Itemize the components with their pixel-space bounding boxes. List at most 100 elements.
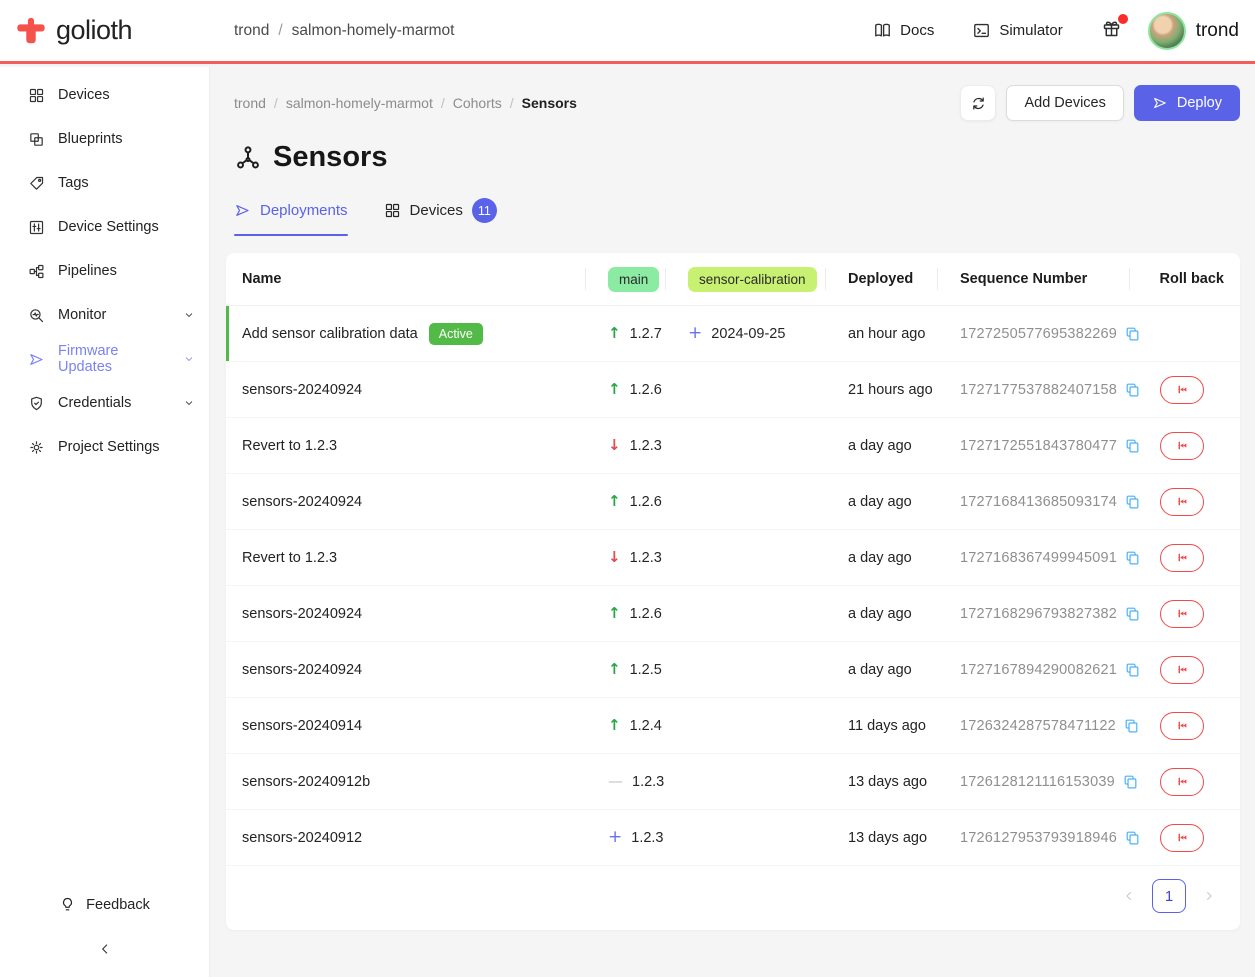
- sequence-number: 1726128121116153039: [960, 774, 1115, 790]
- sidebar-item-credentials[interactable]: Credentials: [0, 381, 209, 425]
- copy-icon[interactable]: [1124, 381, 1141, 398]
- rollback-button[interactable]: [1160, 712, 1204, 740]
- rollback-icon: [1175, 774, 1190, 789]
- copy-icon[interactable]: [1124, 605, 1141, 622]
- deployment-name[interactable]: Revert to 1.2.3: [242, 550, 337, 566]
- sequence-cell: 1727168413685093174: [948, 493, 1140, 510]
- rollback-icon: [1175, 662, 1190, 677]
- header-breadcrumb-project[interactable]: trond: [234, 22, 269, 40]
- copy-icon[interactable]: [1124, 325, 1141, 342]
- sidebar-item-blueprints[interactable]: Blueprints: [0, 117, 209, 161]
- rollback-button[interactable]: [1160, 656, 1204, 684]
- sidebar-item-pipelines[interactable]: Pipelines: [0, 249, 209, 293]
- sequence-cell: 1727172551843780477: [948, 437, 1140, 454]
- tab-devices[interactable]: Devices 11: [384, 198, 497, 236]
- rollback-button[interactable]: [1160, 768, 1204, 796]
- deployed-cell: a day ago: [836, 606, 948, 622]
- sidebar-item-device-settings[interactable]: Device Settings: [0, 205, 209, 249]
- rollback-button[interactable]: [1160, 824, 1204, 852]
- sidebar-item-label: Device Settings: [58, 219, 159, 235]
- table-row[interactable]: Revert to 1.2.3 ↓ 1.2.3 a day ago 172716…: [226, 530, 1240, 586]
- copy-icon[interactable]: [1124, 437, 1141, 454]
- deployed-cell: a day ago: [836, 550, 948, 566]
- deployment-name[interactable]: sensors-20240924: [242, 662, 362, 678]
- rollback-button[interactable]: [1160, 600, 1204, 628]
- deployment-name[interactable]: sensors-20240914: [242, 718, 362, 734]
- breadcrumb-separator: /: [441, 95, 445, 111]
- copy-icon[interactable]: [1123, 717, 1140, 734]
- table-row[interactable]: sensors-20240924 ↑ 1.2.5 a day ago 17271…: [226, 642, 1240, 698]
- refresh-icon: [970, 95, 987, 112]
- table-row[interactable]: sensors-20240924 ↑ 1.2.6 21 hours ago 17…: [226, 362, 1240, 418]
- deployment-name[interactable]: sensors-20240912b: [242, 774, 370, 790]
- table-row[interactable]: sensors-20240912b — 1.2.3 13 days ago 17…: [226, 754, 1240, 810]
- deployment-name[interactable]: Add sensor calibration data: [242, 326, 418, 342]
- copy-icon[interactable]: [1124, 829, 1141, 846]
- simulator-link[interactable]: Simulator: [972, 21, 1062, 40]
- rollback-icon: [1175, 550, 1190, 565]
- breadcrumb-project[interactable]: trond: [234, 95, 266, 111]
- sidebar-item-tags[interactable]: Tags: [0, 161, 209, 205]
- refresh-button[interactable]: [960, 85, 996, 121]
- page-title-row: Sensors: [234, 141, 1240, 174]
- deployment-name[interactable]: sensors-20240924: [242, 606, 362, 622]
- pagination-next-icon[interactable]: [1202, 889, 1216, 903]
- rollback-button[interactable]: [1160, 544, 1204, 572]
- feedback-button[interactable]: Feedback: [59, 896, 150, 913]
- deployed-cell: a day ago: [836, 662, 948, 678]
- avatar[interactable]: [1148, 12, 1186, 50]
- breadcrumb: trond / salmon-homely-marmot / Cohorts /…: [234, 95, 577, 111]
- copy-icon[interactable]: [1124, 493, 1141, 510]
- pagination-prev-icon[interactable]: [1122, 889, 1136, 903]
- copy-icon[interactable]: [1124, 549, 1141, 566]
- sidebar-item-project-settings[interactable]: Project Settings: [0, 425, 209, 469]
- rollback-button[interactable]: [1160, 488, 1204, 516]
- docs-link[interactable]: Docs: [873, 21, 934, 40]
- breadcrumb-cohort[interactable]: salmon-homely-marmot: [286, 95, 433, 111]
- sidebar-bottom: Feedback: [0, 896, 209, 977]
- table-row[interactable]: Add sensor calibration data Active ↑ 1.2…: [226, 306, 1240, 362]
- deployment-name[interactable]: Revert to 1.2.3: [242, 438, 337, 454]
- table-row[interactable]: sensors-20240914 ↑ 1.2.4 11 days ago 172…: [226, 698, 1240, 754]
- down-change-icon: ↓: [608, 550, 621, 565]
- pipelines-icon: [28, 263, 45, 280]
- table-row[interactable]: sensors-20240924 ↑ 1.2.6 a day ago 17271…: [226, 586, 1240, 642]
- main-content: trond / salmon-homely-marmot / Cohorts /…: [210, 67, 1255, 977]
- table-row[interactable]: Revert to 1.2.3 ↓ 1.2.3 a day ago 172717…: [226, 418, 1240, 474]
- page-actions: Add Devices Deploy: [960, 85, 1240, 121]
- copy-icon[interactable]: [1122, 773, 1139, 790]
- pagination-page-1[interactable]: 1: [1152, 879, 1186, 913]
- chevron-down-icon: [183, 353, 195, 365]
- rollback-button[interactable]: [1160, 376, 1204, 404]
- deployment-name[interactable]: sensors-20240924: [242, 494, 362, 510]
- chevron-down-icon: [183, 397, 195, 409]
- up-change-icon: ↑: [608, 606, 621, 621]
- sequence-cell: 1727168296793827382: [948, 605, 1140, 622]
- deploy-button[interactable]: Deploy: [1134, 85, 1240, 121]
- sidebar-item-devices[interactable]: Devices: [0, 73, 209, 117]
- main-version-cell: ↓ 1.2.3: [596, 550, 676, 566]
- deployments-table-card: Name main sensor-calibration Deployed Se…: [226, 253, 1240, 930]
- whats-new-button[interactable]: [1101, 18, 1122, 44]
- sidebar-item-monitor[interactable]: Monitor: [0, 293, 209, 337]
- sidebar-collapse-button[interactable]: [97, 941, 113, 957]
- sequence-number: 1727168413685093174: [960, 494, 1117, 510]
- deployment-name-cell: sensors-20240924: [242, 662, 596, 678]
- rollback-button[interactable]: [1160, 432, 1204, 460]
- golioth-logo[interactable]: golioth: [0, 15, 210, 47]
- sidebar-item-firmware-updates[interactable]: Firmware Updates: [0, 337, 209, 381]
- add-devices-button[interactable]: Add Devices: [1006, 85, 1123, 121]
- copy-icon[interactable]: [1124, 661, 1141, 678]
- user-name[interactable]: trond: [1196, 20, 1239, 42]
- table-row[interactable]: sensors-20240912 + 1.2.3 13 days ago 172…: [226, 810, 1240, 866]
- deployment-name[interactable]: sensors-20240924: [242, 382, 362, 398]
- breadcrumb-cohorts[interactable]: Cohorts: [453, 95, 502, 111]
- header-breadcrumb-cohort[interactable]: salmon-homely-marmot: [292, 22, 455, 40]
- table-row[interactable]: sensors-20240924 ↑ 1.2.6 a day ago 17271…: [226, 474, 1240, 530]
- version-text: 1.2.3: [630, 550, 662, 566]
- sequence-cell: 1726128121116153039: [948, 773, 1140, 790]
- deployment-name[interactable]: sensors-20240912: [242, 830, 362, 846]
- down-change-icon: ↓: [608, 438, 621, 453]
- header-right: Docs Simulator trond: [873, 12, 1255, 50]
- tab-deployments[interactable]: Deployments: [234, 198, 348, 236]
